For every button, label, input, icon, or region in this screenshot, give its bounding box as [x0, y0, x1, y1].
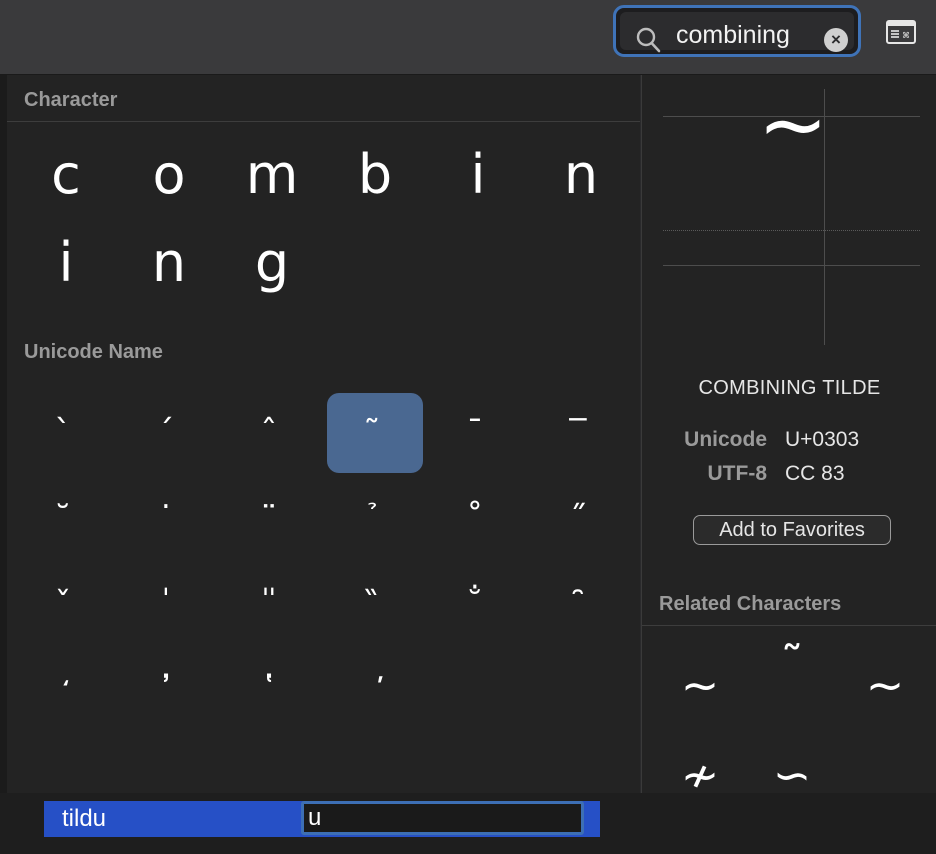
utf8-value: CC 83 [785, 462, 845, 485]
candidate-label: tildu [62, 805, 107, 832]
combining-mark-cell[interactable]: ̇ [121, 479, 217, 559]
character-detail-pane: ~ COMBINING TILDE Unicode U+0303 UTF-8 C… [641, 75, 936, 802]
combining-mark-cell[interactable]: ̑ [533, 565, 629, 645]
combining-mark-cell-selected[interactable]: ̃ [327, 393, 423, 473]
section-label-unicode-name: Unicode Name [24, 341, 163, 363]
combining-mark-cell[interactable]: ̒ [18, 651, 114, 731]
related-character-cell[interactable]: ˜ [747, 623, 837, 703]
search-field[interactable]: × [613, 5, 861, 57]
midline-guide [663, 230, 920, 231]
utf8-key: UTF-8 [707, 462, 768, 485]
section-label-character: Character [24, 89, 118, 111]
svg-text:⌘: ⌘ [902, 31, 910, 40]
character-list-pane: Character combining Unicode Name ̀ ́ ̂ ̃… [0, 75, 640, 793]
view-toggle-icon[interactable]: ⌘ [886, 20, 916, 44]
character-cell[interactable]: n [533, 135, 629, 215]
character-cell[interactable]: m [224, 135, 320, 215]
character-cell[interactable]: c [18, 135, 114, 215]
add-to-favorites-button[interactable]: Add to Favorites [693, 515, 891, 545]
glyph-preview: ~ [663, 75, 921, 349]
combining-mark-cell[interactable]: ́ [121, 393, 217, 473]
combining-mark-cell[interactable]: ̕ [327, 651, 423, 731]
clear-circle-icon[interactable]: × [824, 28, 848, 52]
character-name: COMBINING TILDE [698, 377, 881, 399]
candidate-row[interactable]: tildu [44, 801, 600, 837]
preview-glyph: ~ [757, 75, 829, 173]
character-cell[interactable]: n [121, 223, 217, 303]
combining-mark-cell[interactable]: ̀ [18, 393, 114, 473]
combining-mark-cell[interactable]: ̌ [18, 565, 114, 645]
unicode-value: U+0303 [785, 428, 860, 451]
combining-mark-cell[interactable]: ̉ [327, 479, 423, 559]
section-label-related: Related Characters [659, 593, 842, 615]
combining-mark-cell[interactable]: ̆ [18, 479, 114, 559]
character-cell[interactable]: g [224, 223, 320, 303]
character-cell[interactable]: i [430, 135, 526, 215]
combining-mark-cell[interactable]: ̅ [533, 393, 629, 473]
unicode-key: Unicode [684, 428, 767, 451]
combining-mark-cell[interactable]: ̍ [121, 565, 217, 645]
baseline-guide [663, 265, 920, 266]
character-cell[interactable]: o [121, 135, 217, 215]
combining-mark-cell[interactable]: ̋ [533, 479, 629, 559]
input-method-bar: tildu [0, 793, 936, 854]
combining-mark-cell[interactable]: ̈ [224, 479, 320, 559]
toolbar: × ⌘ [0, 0, 936, 75]
combining-mark-cell[interactable]: ̊ [430, 479, 526, 559]
related-character-cell[interactable]: ~ [655, 645, 745, 725]
search-icon [636, 27, 661, 53]
character-cell[interactable]: b [327, 135, 423, 215]
combining-mark-cell[interactable]: ̐ [430, 565, 526, 645]
combining-mark-cell[interactable]: ̏ [327, 565, 423, 645]
combining-mark-cell[interactable]: ̄ [430, 393, 526, 473]
combining-mark-cell[interactable]: ̎ [224, 565, 320, 645]
combining-mark-cell[interactable]: ̂ [224, 393, 320, 473]
search-input[interactable] [676, 20, 816, 50]
section-divider [7, 121, 640, 122]
related-character-cell[interactable]: ∼ [840, 645, 930, 725]
combining-mark-cell[interactable]: ̔ [224, 651, 320, 731]
candidate-input[interactable] [301, 801, 584, 835]
combining-mark-cell[interactable]: ̓ [121, 651, 217, 731]
character-cell[interactable]: i [18, 223, 114, 303]
